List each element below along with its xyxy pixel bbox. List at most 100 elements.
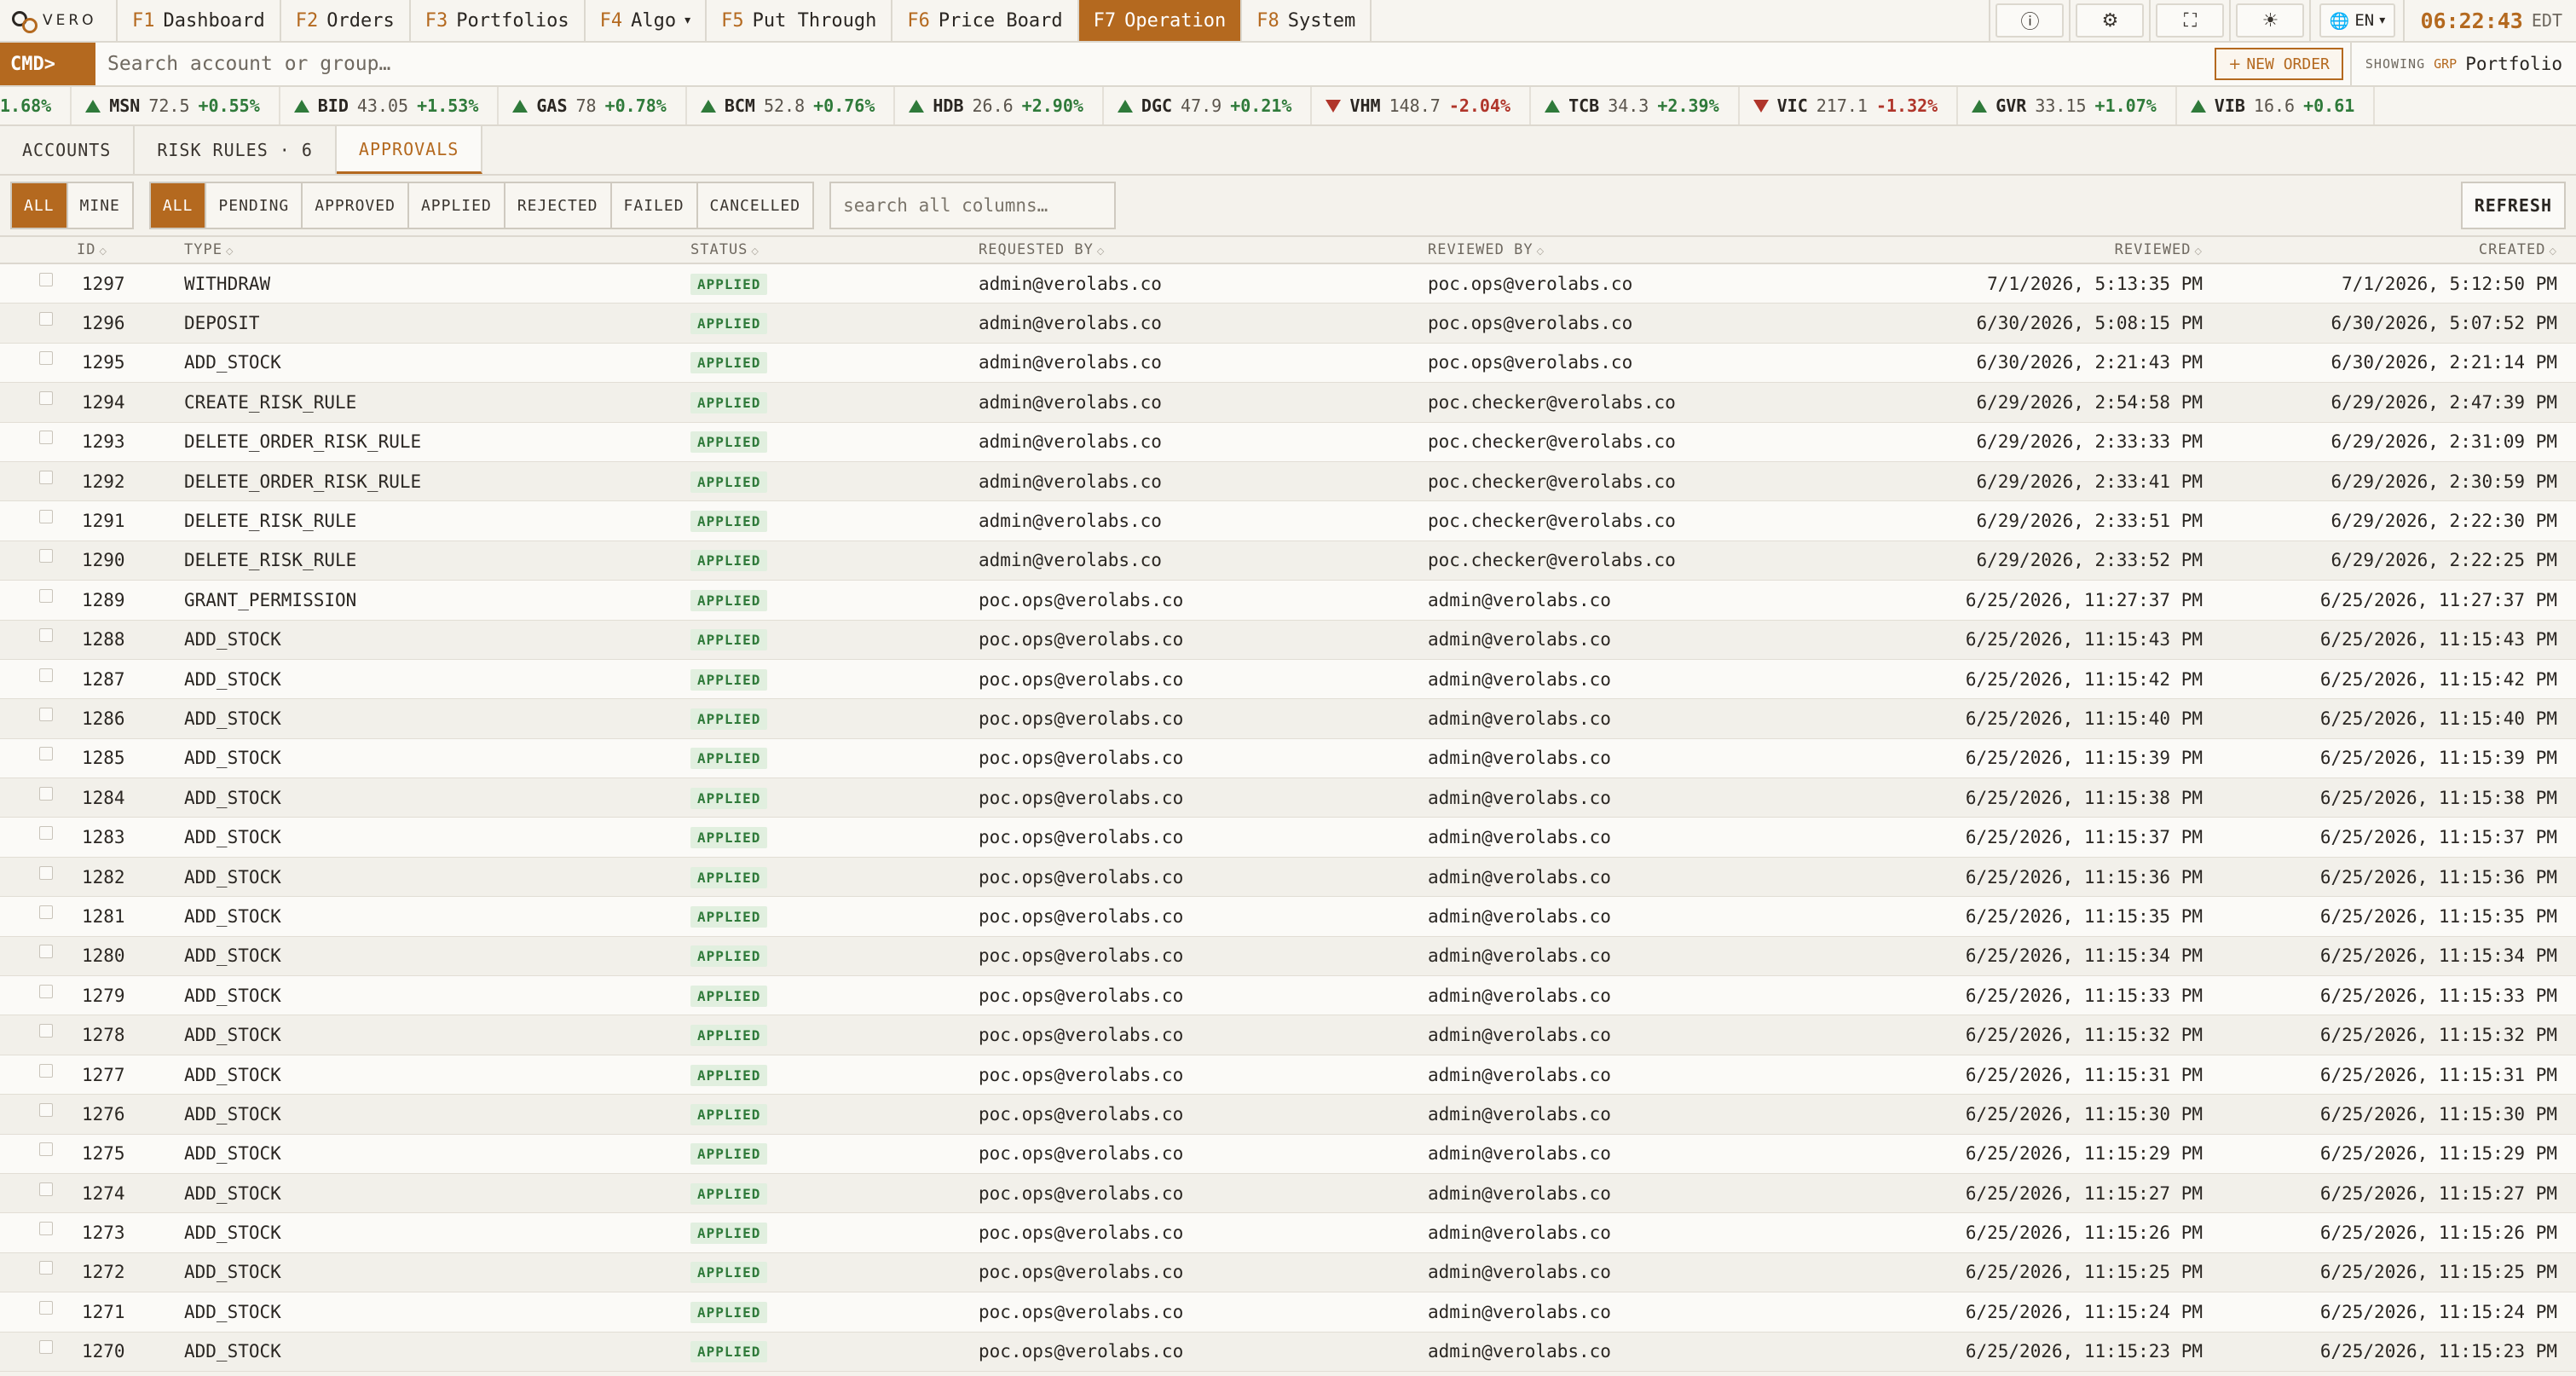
- row-select[interactable]: [0, 1142, 77, 1157]
- status-applied[interactable]: APPLIED: [408, 183, 505, 228]
- row-checkbox[interactable]: [39, 984, 53, 998]
- ticker-item[interactable]: GAS 78 +0.78%: [499, 87, 687, 124]
- row-select[interactable]: [0, 628, 77, 643]
- row-select[interactable]: [0, 707, 77, 721]
- row-select[interactable]: [0, 510, 77, 524]
- row-checkbox[interactable]: [39, 865, 53, 880]
- table-row[interactable]: 1279 ADD_STOCK APPLIED poc.ops@verolabs.co a…: [0, 976, 2576, 1016]
- table-row[interactable]: 1297 WITHDRAW APPLIED admin@verolabs.co poc.…: [0, 264, 2576, 304]
- brand-logo[interactable]: VERO: [0, 0, 118, 41]
- table-row[interactable]: 1284 ADD_STOCK APPLIED poc.ops@verolabs.co a…: [0, 778, 2576, 818]
- status-approved[interactable]: APPROVED: [303, 183, 409, 228]
- status-pending[interactable]: PENDING: [206, 183, 303, 228]
- tab-algo[interactable]: F4 Algo ▾: [586, 0, 708, 41]
- row-select[interactable]: [0, 390, 77, 405]
- row-select[interactable]: [0, 1024, 77, 1038]
- row-select[interactable]: [0, 549, 77, 564]
- scope-all[interactable]: ALL: [12, 183, 68, 228]
- tab-price-board[interactable]: F6 Price Board: [892, 0, 1079, 41]
- table-row[interactable]: 1287 ADD_STOCK APPLIED poc.ops@verolabs.co a…: [0, 659, 2576, 700]
- col-id[interactable]: ID ◇: [77, 241, 179, 258]
- row-checkbox[interactable]: [39, 1182, 53, 1196]
- status-cancelled[interactable]: CANCELLED: [697, 183, 813, 228]
- row-select[interactable]: [0, 272, 77, 286]
- table-row[interactable]: 1277 ADD_STOCK APPLIED poc.ops@verolabs.co a…: [0, 1055, 2576, 1096]
- row-checkbox[interactable]: [39, 470, 53, 484]
- ticker-item[interactable]: GVR 33.15 +1.07%: [1958, 87, 2177, 124]
- row-checkbox[interactable]: [39, 707, 53, 721]
- ticker-item[interactable]: HDB 26.6 +2.90%: [895, 87, 1104, 124]
- table-row[interactable]: 1286 ADD_STOCK APPLIED poc.ops@verolabs.co a…: [0, 699, 2576, 739]
- new-order-button[interactable]: + NEW ORDER: [2215, 48, 2343, 80]
- table-row[interactable]: 1292 DELETE_ORDER_RISK_RULE APPLIED admin@v…: [0, 461, 2576, 502]
- row-checkbox[interactable]: [39, 747, 53, 761]
- row-select[interactable]: [0, 826, 77, 841]
- col-requested-by[interactable]: REQUESTED BY ◇: [973, 241, 1423, 258]
- subtab-accounts[interactable]: ACCOUNTS: [0, 126, 136, 174]
- ticker-item[interactable]: TCB 34.3 +2.39%: [1531, 87, 1740, 124]
- table-row[interactable]: 1274 ADD_STOCK APPLIED poc.ops@verolabs.co a…: [0, 1173, 2576, 1214]
- col-reviewed[interactable]: REVIEWED ◇: [1872, 241, 2221, 258]
- showing-selector[interactable]: SHOWING GRP Portfolio: [2349, 43, 2576, 85]
- col-status[interactable]: STATUS ◇: [685, 241, 973, 258]
- subtab-risk[interactable]: RISK RULES · 6: [135, 126, 337, 174]
- row-select[interactable]: [0, 470, 77, 484]
- row-select[interactable]: [0, 786, 77, 801]
- row-checkbox[interactable]: [39, 351, 53, 366]
- row-checkbox[interactable]: [39, 1222, 53, 1236]
- row-checkbox[interactable]: [39, 1261, 53, 1275]
- table-row[interactable]: 1285 ADD_STOCK APPLIED poc.ops@verolabs.co a…: [0, 738, 2576, 779]
- tab-portfolios[interactable]: F3 Portfolios: [411, 0, 586, 41]
- row-checkbox[interactable]: [39, 945, 53, 959]
- col-created[interactable]: CREATED ◇: [2221, 241, 2576, 258]
- row-checkbox[interactable]: [39, 826, 53, 841]
- row-checkbox[interactable]: [39, 668, 53, 682]
- fullscreen-button[interactable]: ⛶: [2149, 0, 2229, 41]
- row-checkbox[interactable]: [39, 510, 53, 524]
- row-select[interactable]: [0, 588, 77, 603]
- tab-dashboard[interactable]: F1 Dashboard: [118, 0, 281, 41]
- status-failed[interactable]: FAILED: [611, 183, 698, 228]
- tab-operation[interactable]: F7 Operation: [1078, 0, 1243, 41]
- table-row[interactable]: 1278 ADD_STOCK APPLIED poc.ops@verolabs.co a…: [0, 1015, 2576, 1055]
- row-checkbox[interactable]: [39, 905, 53, 919]
- row-select[interactable]: [0, 1182, 77, 1196]
- row-select[interactable]: [0, 1102, 77, 1117]
- table-row[interactable]: 1276 ADD_STOCK APPLIED poc.ops@verolabs.co a…: [0, 1095, 2576, 1135]
- table-row[interactable]: 1294 CREATE_RISK_RULE APPLIED admin@verolab…: [0, 383, 2576, 423]
- table-row[interactable]: 1270 ADD_STOCK APPLIED poc.ops@verolabs.co a…: [0, 1332, 2576, 1372]
- row-select[interactable]: [0, 351, 77, 366]
- refresh-button[interactable]: REFRESH: [2460, 182, 2566, 229]
- scope-mine[interactable]: MINE: [67, 183, 132, 228]
- row-checkbox[interactable]: [39, 549, 53, 564]
- row-checkbox[interactable]: [39, 1102, 53, 1117]
- row-select[interactable]: [0, 945, 77, 959]
- ticker-item[interactable]: BID 43.05 +1.53%: [280, 87, 500, 124]
- ticker-item[interactable]: BCM 52.8 +0.76%: [687, 87, 896, 124]
- row-checkbox[interactable]: [39, 312, 53, 327]
- ticker-item[interactable]: DGC 47.9 +0.21%: [1104, 87, 1313, 124]
- row-select[interactable]: [0, 1063, 77, 1078]
- theme-button[interactable]: ☀: [2229, 0, 2309, 41]
- table-row[interactable]: 1283 ADD_STOCK APPLIED poc.ops@verolabs.co a…: [0, 818, 2576, 858]
- table-row[interactable]: 1295 ADD_STOCK APPLIED admin@verolabs.co poc…: [0, 343, 2576, 384]
- table-row[interactable]: 1288 ADD_STOCK APPLIED poc.ops@verolabs.co a…: [0, 620, 2576, 660]
- table-row[interactable]: 1296 DEPOSIT APPLIED admin@verolabs.co poc.o…: [0, 304, 2576, 344]
- row-checkbox[interactable]: [39, 786, 53, 801]
- row-checkbox[interactable]: [39, 431, 53, 445]
- row-checkbox[interactable]: [39, 628, 53, 643]
- ticker-item[interactable]: VIC 217.1 -1.32%: [1740, 87, 1959, 124]
- ticker-item[interactable]: MSN 72.5 +0.55%: [72, 87, 280, 124]
- search-input[interactable]: [829, 182, 1117, 229]
- status-rejected[interactable]: REJECTED: [505, 183, 612, 228]
- row-select[interactable]: [0, 431, 77, 445]
- subtab-approvals[interactable]: APPROVALS: [336, 126, 483, 174]
- table-row[interactable]: 1273 ADD_STOCK APPLIED poc.ops@verolabs.co a…: [0, 1213, 2576, 1253]
- row-select[interactable]: [0, 1222, 77, 1236]
- row-checkbox[interactable]: [39, 1063, 53, 1078]
- ticker-item[interactable]: 1.68%: [0, 87, 72, 124]
- row-checkbox[interactable]: [39, 390, 53, 405]
- table-row[interactable]: 1289 GRANT_PERMISSION APPLIED poc.ops@verol…: [0, 581, 2576, 621]
- table-row[interactable]: 1290 DELETE_RISK_RULE APPLIED admin@verolab…: [0, 541, 2576, 581]
- row-checkbox[interactable]: [39, 1142, 53, 1157]
